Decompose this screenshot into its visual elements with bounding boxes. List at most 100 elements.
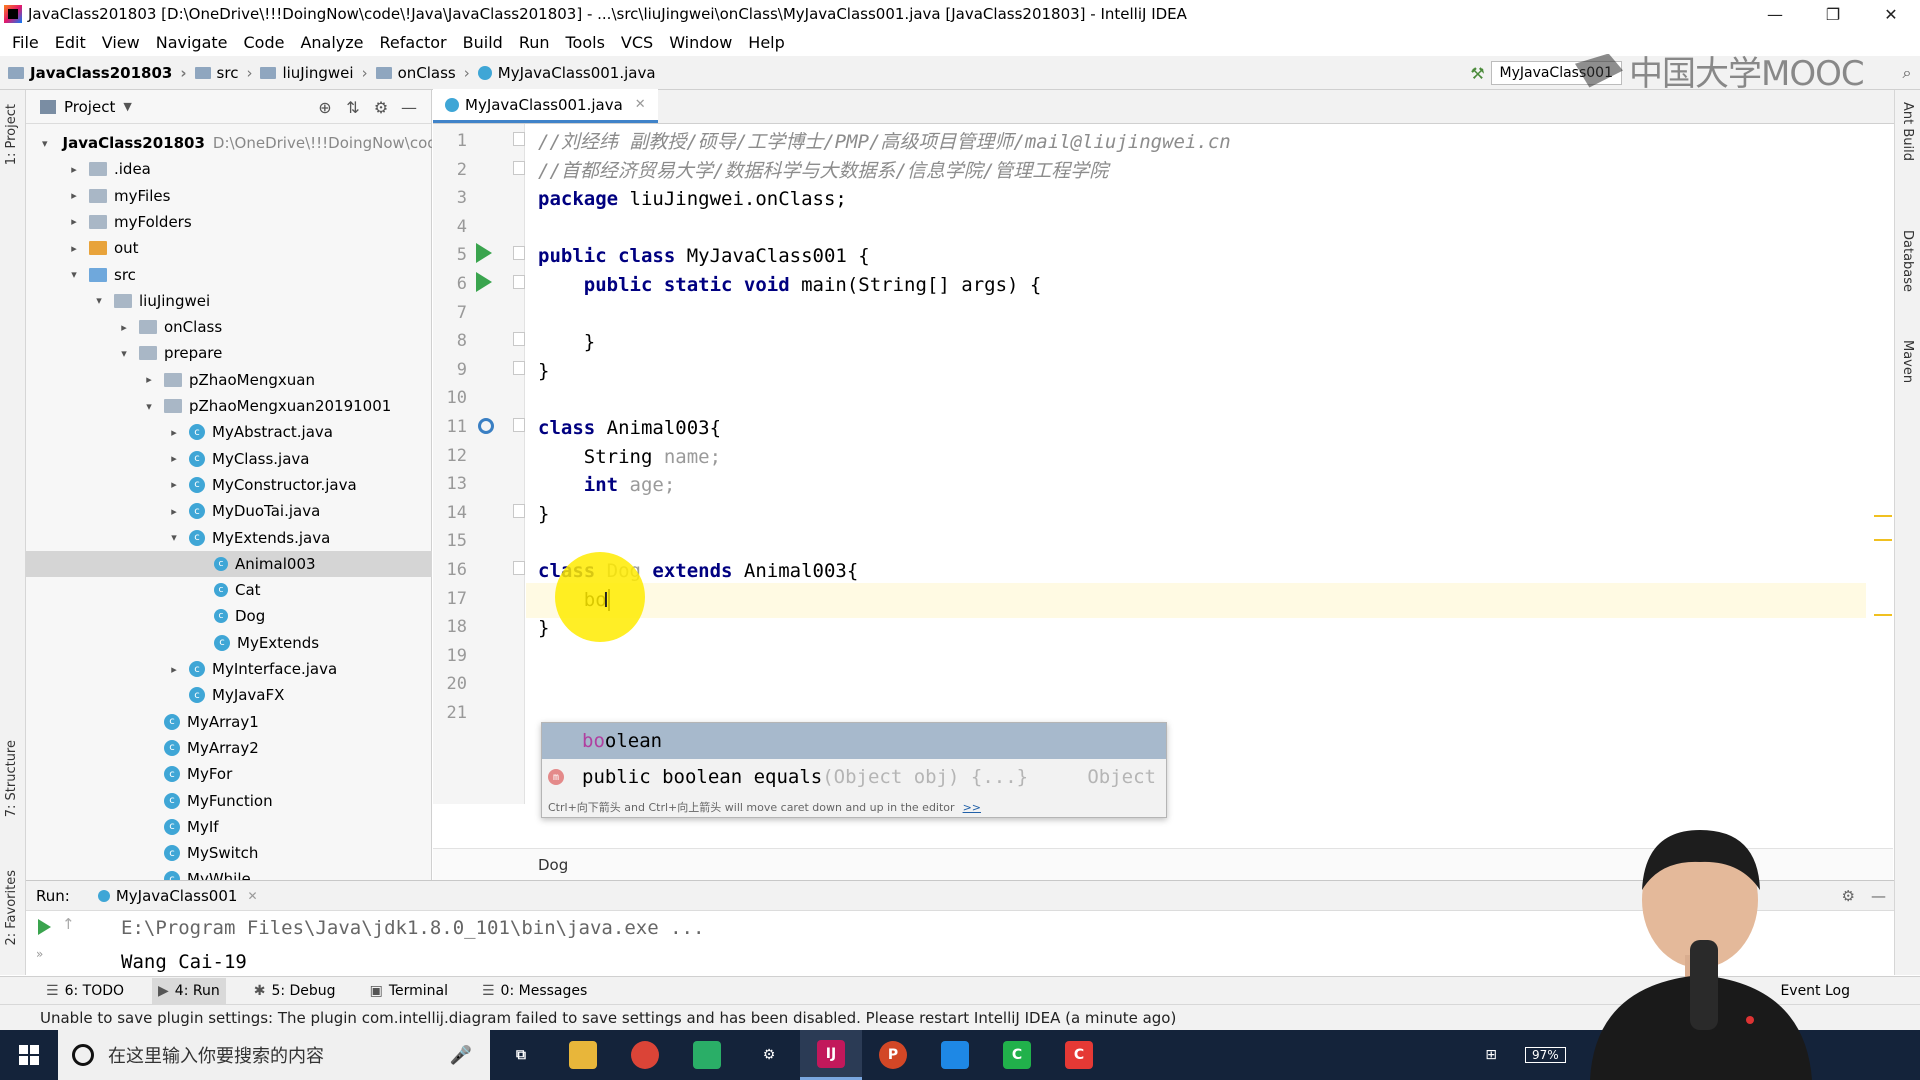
status-message[interactable]: Unable to save plugin settings: The plug… [40,1009,1176,1027]
chevron-down-icon[interactable]: ▾ [167,531,181,544]
fold-icon[interactable] [513,360,525,375]
microphone-icon[interactable]: 🎤 [450,1045,472,1066]
tree-item[interactable]: ▸ c MyAbstract.java [26,419,432,445]
minimize-button[interactable]: — [1746,0,1804,28]
menu-window[interactable]: Window [661,33,740,52]
taskbar-wechat[interactable] [676,1030,738,1080]
hide-icon[interactable]: — [1871,887,1886,905]
tab-debug[interactable]: ✱ 5: Debug [248,978,342,1004]
fold-icon[interactable] [513,160,525,175]
run-tab-myjavaclass001[interactable]: MyJavaClass001 ✕ [88,887,268,905]
tab-terminal[interactable]: ▣ Terminal [364,978,454,1004]
tab-todo[interactable]: ☰ 6: TODO [40,978,130,1004]
tree-item[interactable]: ▸ out [26,235,432,261]
fold-icon[interactable] [513,275,525,289]
tree-item[interactable]: ▸ c MyInterface.java [26,656,432,682]
menu-code[interactable]: Code [236,33,293,52]
tab-favorites-tool[interactable]: 2: Favorites [4,870,19,946]
chevron-right-icon[interactable]: ▸ [67,215,81,228]
chevron-right-icon[interactable]: ▸ [167,478,181,491]
completion-item-equals[interactable]: m public boolean equals (Object obj) {...… [542,759,1166,795]
tab-messages[interactable]: ☰ 0: Messages [476,978,593,1004]
tree-item[interactable]: ▾ src [26,262,432,288]
chevron-down-icon[interactable]: ▾ [142,400,156,413]
fold-icon[interactable] [513,332,525,347]
gear-icon[interactable]: ⚙ [367,98,395,117]
project-view-select[interactable]: Project [64,98,115,116]
tree-item[interactable]: c Animal003 [26,550,432,577]
warning-mark[interactable] [1874,515,1892,517]
warning-mark[interactable] [1874,614,1892,616]
code-line[interactable]: package liuJingwei.onClass; [538,182,847,217]
chevron-right-icon[interactable]: ▸ [67,163,81,176]
build-hammer-icon[interactable]: ⚒ [1465,60,1491,86]
breadcrumb-class[interactable]: Dog [538,856,568,874]
crumb-project[interactable]: JavaClass201803 › [8,64,187,82]
tree-item[interactable]: c Cat [26,577,432,603]
code-line[interactable]: } [538,611,549,646]
taskbar-powerpoint[interactable]: P [862,1030,924,1080]
taskbar-search[interactable]: 在这里输入你要搜索的内容 🎤 [58,1030,490,1080]
tab-maven[interactable]: Maven [1900,340,1915,383]
taskbar-app-green[interactable]: C [986,1030,1048,1080]
tree-item[interactable]: ▸ onClass [26,314,432,340]
tree-item[interactable]: ▾ pZhaoMengxuan20191001 [26,393,432,419]
tree-item[interactable]: c MyExtends [26,630,432,656]
code-line[interactable]: public static void main(String[] args) { [538,268,1042,303]
chevron-right-icon[interactable]: ▸ [142,373,156,386]
tree-item[interactable]: ▸ myFiles [26,183,432,209]
run-gutter-icon[interactable] [476,272,492,292]
code-area[interactable]: //刘经纬 副教授/硕导/工学博士/PMP/高级项目管理师/mail@liuji… [526,124,1866,804]
fold-icon[interactable] [513,418,525,432]
tab-database[interactable]: Database [1900,230,1915,292]
task-view-button[interactable]: ⧉ [490,1030,552,1080]
fold-icon[interactable] [513,561,525,575]
tree-item[interactable]: ▸ .idea [26,156,432,182]
chevron-down-icon[interactable]: ▾ [67,268,81,281]
tree-item[interactable]: c MyFunction [26,788,432,814]
menu-view[interactable]: View [94,33,148,52]
chevron-right-icon[interactable]: ▸ [167,505,181,518]
chevron-right-icon[interactable]: ▸ [117,321,131,334]
chevron-down-icon[interactable]: ▾ [42,137,48,150]
tab-project-tool[interactable]: 1: Project [4,104,19,165]
chevron-down-icon[interactable]: ▾ [92,294,106,307]
crumb-src[interactable]: src › [194,64,252,82]
crumb-package-onclass[interactable]: onClass › [375,64,470,82]
tree-item[interactable]: ▸ c MyClass.java [26,446,432,472]
taskbar-app-blue[interactable] [924,1030,986,1080]
tree-item[interactable]: ▸ c MyConstructor.java [26,472,432,498]
editor-tab-myjavaclass001[interactable]: MyJavaClass001.java ✕ [433,89,658,123]
menu-help[interactable]: Help [740,33,792,52]
chevron-right-icon[interactable]: ▸ [167,663,181,676]
restore-button[interactable]: ❐ [1804,0,1862,28]
menu-file[interactable]: File [4,33,47,52]
menu-edit[interactable]: Edit [47,33,94,52]
taskbar-chrome[interactable] [614,1030,676,1080]
tab-run[interactable]: ▶ 4: Run [152,977,226,1004]
tree-item[interactable]: ▾ liuJingwei [26,288,432,314]
close-tab-icon[interactable]: ✕ [247,889,257,903]
fold-icon[interactable] [513,503,525,518]
menu-analyze[interactable]: Analyze [292,33,371,52]
tab-ant-build[interactable]: Ant Build [1900,102,1915,161]
tree-item[interactable]: ▾ c MyExtends.java [26,525,432,551]
tree-item[interactable]: ▸ myFolders [26,209,432,235]
menu-refactor[interactable]: Refactor [372,33,455,52]
tree-item[interactable]: c Dog [26,603,432,629]
locate-icon[interactable]: ⊕ [311,98,339,117]
menu-run[interactable]: Run [511,33,558,52]
tree-item[interactable]: ▾ prepare [26,340,432,366]
tree-item[interactable]: c MyArray1 [26,709,432,735]
collapse-all-icon[interactable]: ⇅ [339,98,367,117]
completion-hint-link[interactable]: >> [963,801,981,814]
tree-item[interactable]: c MyIf [26,814,432,840]
completion-item-boolean[interactable]: bo olean [542,723,1166,759]
menu-navigate[interactable]: Navigate [148,33,236,52]
code-line[interactable]: int age; [538,468,676,503]
menu-build[interactable]: Build [455,33,511,52]
warning-mark[interactable] [1874,539,1892,541]
tree-item[interactable]: c MySwitch [26,840,432,866]
up-arrow-icon[interactable]: ↑ [62,915,75,933]
tab-structure-tool[interactable]: 7: Structure [4,740,19,817]
